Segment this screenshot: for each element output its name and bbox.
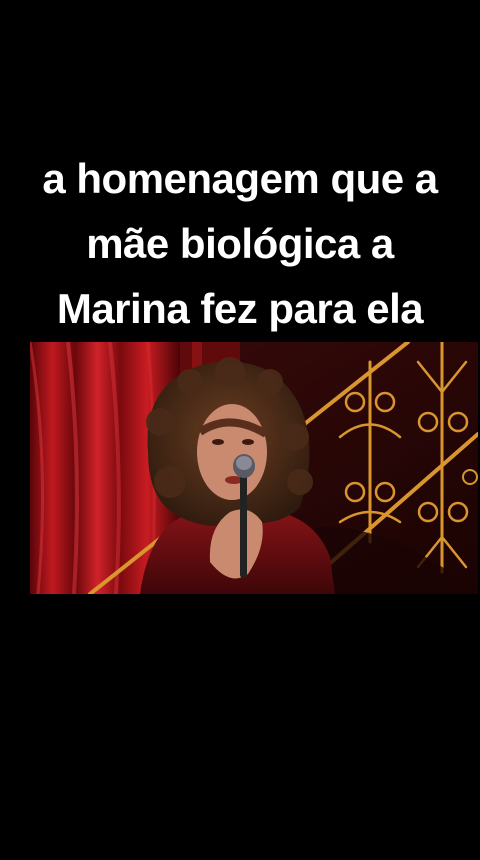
caption-line-1: a homenagem que a: [42, 155, 438, 202]
microphone: [240, 468, 247, 578]
video-frame[interactable]: [30, 342, 478, 594]
caption-text: a homenagem que a mãe biológica a Marina…: [0, 146, 480, 341]
video-scene: [30, 342, 478, 594]
caption-line-2: mãe biológica a: [86, 220, 394, 267]
caption-line-3: Marina fez para ela: [56, 285, 424, 332]
